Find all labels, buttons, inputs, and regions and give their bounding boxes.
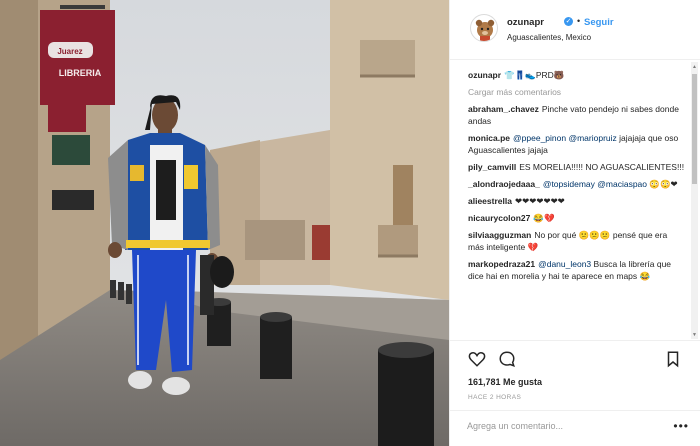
comment-text: ES MORELIA!!!!! NO AGUASCALIENTES!!! [519, 162, 685, 172]
comment-username[interactable]: _alondraojedaaa_ [468, 179, 540, 189]
comment-input[interactable] [467, 421, 667, 431]
list-item: silviaagguzman No por qué 😕😕😕 pensé que e… [468, 229, 685, 253]
photo-scene: Juarez LIBRERIA [0, 0, 449, 446]
avatar[interactable] [470, 14, 498, 42]
follow-button[interactable]: Seguir [584, 17, 614, 28]
bear-avatar-icon [475, 19, 495, 41]
comment-mention[interactable]: @ppee_pinon @mariopruiz [513, 133, 617, 143]
post-actions: 161,781 Me gusta HACE 2 HORAS [450, 340, 700, 410]
comment-text: ❤❤❤❤❤❤❤ [514, 196, 565, 206]
list-item: markopedraza21 @danu_leon3 Busca la libre… [468, 258, 685, 282]
list-item: _alondraojedaaa_ @topsidemay @maciaspao 😳… [468, 178, 685, 190]
bookmark-icon[interactable] [664, 350, 682, 368]
comment-text: 😳😳❤ [649, 179, 678, 189]
sign-text: LIBRERIA [59, 68, 102, 78]
post-header: ozunapr ✓ • Seguir Aguascalientes, Mexic… [450, 0, 700, 60]
location-link[interactable]: Aguascalientes, Mexico [507, 33, 591, 42]
sign-brand: Juarez [57, 47, 82, 56]
list-item: monica.pe @ppee_pinon @mariopruiz jajajaj… [468, 132, 685, 156]
post-photo[interactable]: Juarez LIBRERIA [0, 0, 449, 446]
heart-icon[interactable] [468, 350, 486, 368]
more-options-icon[interactable]: ••• [673, 419, 689, 433]
separator-dot: • [577, 16, 581, 26]
scroll-up-icon[interactable]: ▲ [692, 64, 697, 70]
post-details-panel: ozunapr ✓ • Seguir Aguascalientes, Mexic… [449, 0, 700, 446]
username[interactable]: ozunapr [507, 17, 544, 28]
load-more-comments-link[interactable]: Cargar más comentarios [468, 87, 685, 97]
comment-username[interactable]: pily_camvill [468, 162, 516, 172]
comment-username[interactable]: abraham_.chavez [468, 104, 539, 114]
add-comment-section: ••• [450, 410, 700, 446]
comment-mention[interactable]: @danu_leon3 [538, 259, 591, 269]
comments-scrollbar[interactable]: ▲ ▼ [691, 62, 698, 339]
scroll-down-icon[interactable]: ▼ [692, 332, 697, 338]
comment-text: 😂💔 [533, 213, 555, 223]
list-item: pily_camvill ES MORELIA!!!!! NO AGUASCALI… [468, 161, 685, 173]
list-item: abraham_.chavez Pinche vato pendejo ni sa… [468, 103, 685, 127]
comment-username[interactable]: alieestrella [468, 196, 512, 206]
comment-username[interactable]: monica.pe [468, 133, 510, 143]
comments-list: ozunapr 👕👖👟PRD🐻 Cargar más comentarios ab… [450, 61, 700, 339]
post-timestamp: HACE 2 HORAS [468, 394, 522, 401]
scrollbar-thumb[interactable] [692, 74, 697, 184]
comment-username[interactable]: silviaagguzman [468, 230, 531, 240]
caption: ozunapr 👕👖👟PRD🐻 [468, 69, 685, 81]
caption-username[interactable]: ozunapr [468, 70, 501, 80]
verified-badge-icon: ✓ [564, 17, 573, 26]
caption-text: 👕👖👟PRD🐻 [504, 70, 565, 80]
comment-username[interactable]: markopedraza21 [468, 259, 535, 269]
likes-count[interactable]: 161,781 Me gusta [468, 377, 542, 387]
list-item: alieestrella ❤❤❤❤❤❤❤ [468, 195, 685, 207]
comment-icon[interactable] [498, 350, 516, 368]
list-item: nicaurycolon27 😂💔 [468, 212, 685, 224]
comment-username[interactable]: nicaurycolon27 [468, 213, 530, 223]
comment-mention[interactable]: @topsidemay @maciaspao [543, 179, 647, 189]
